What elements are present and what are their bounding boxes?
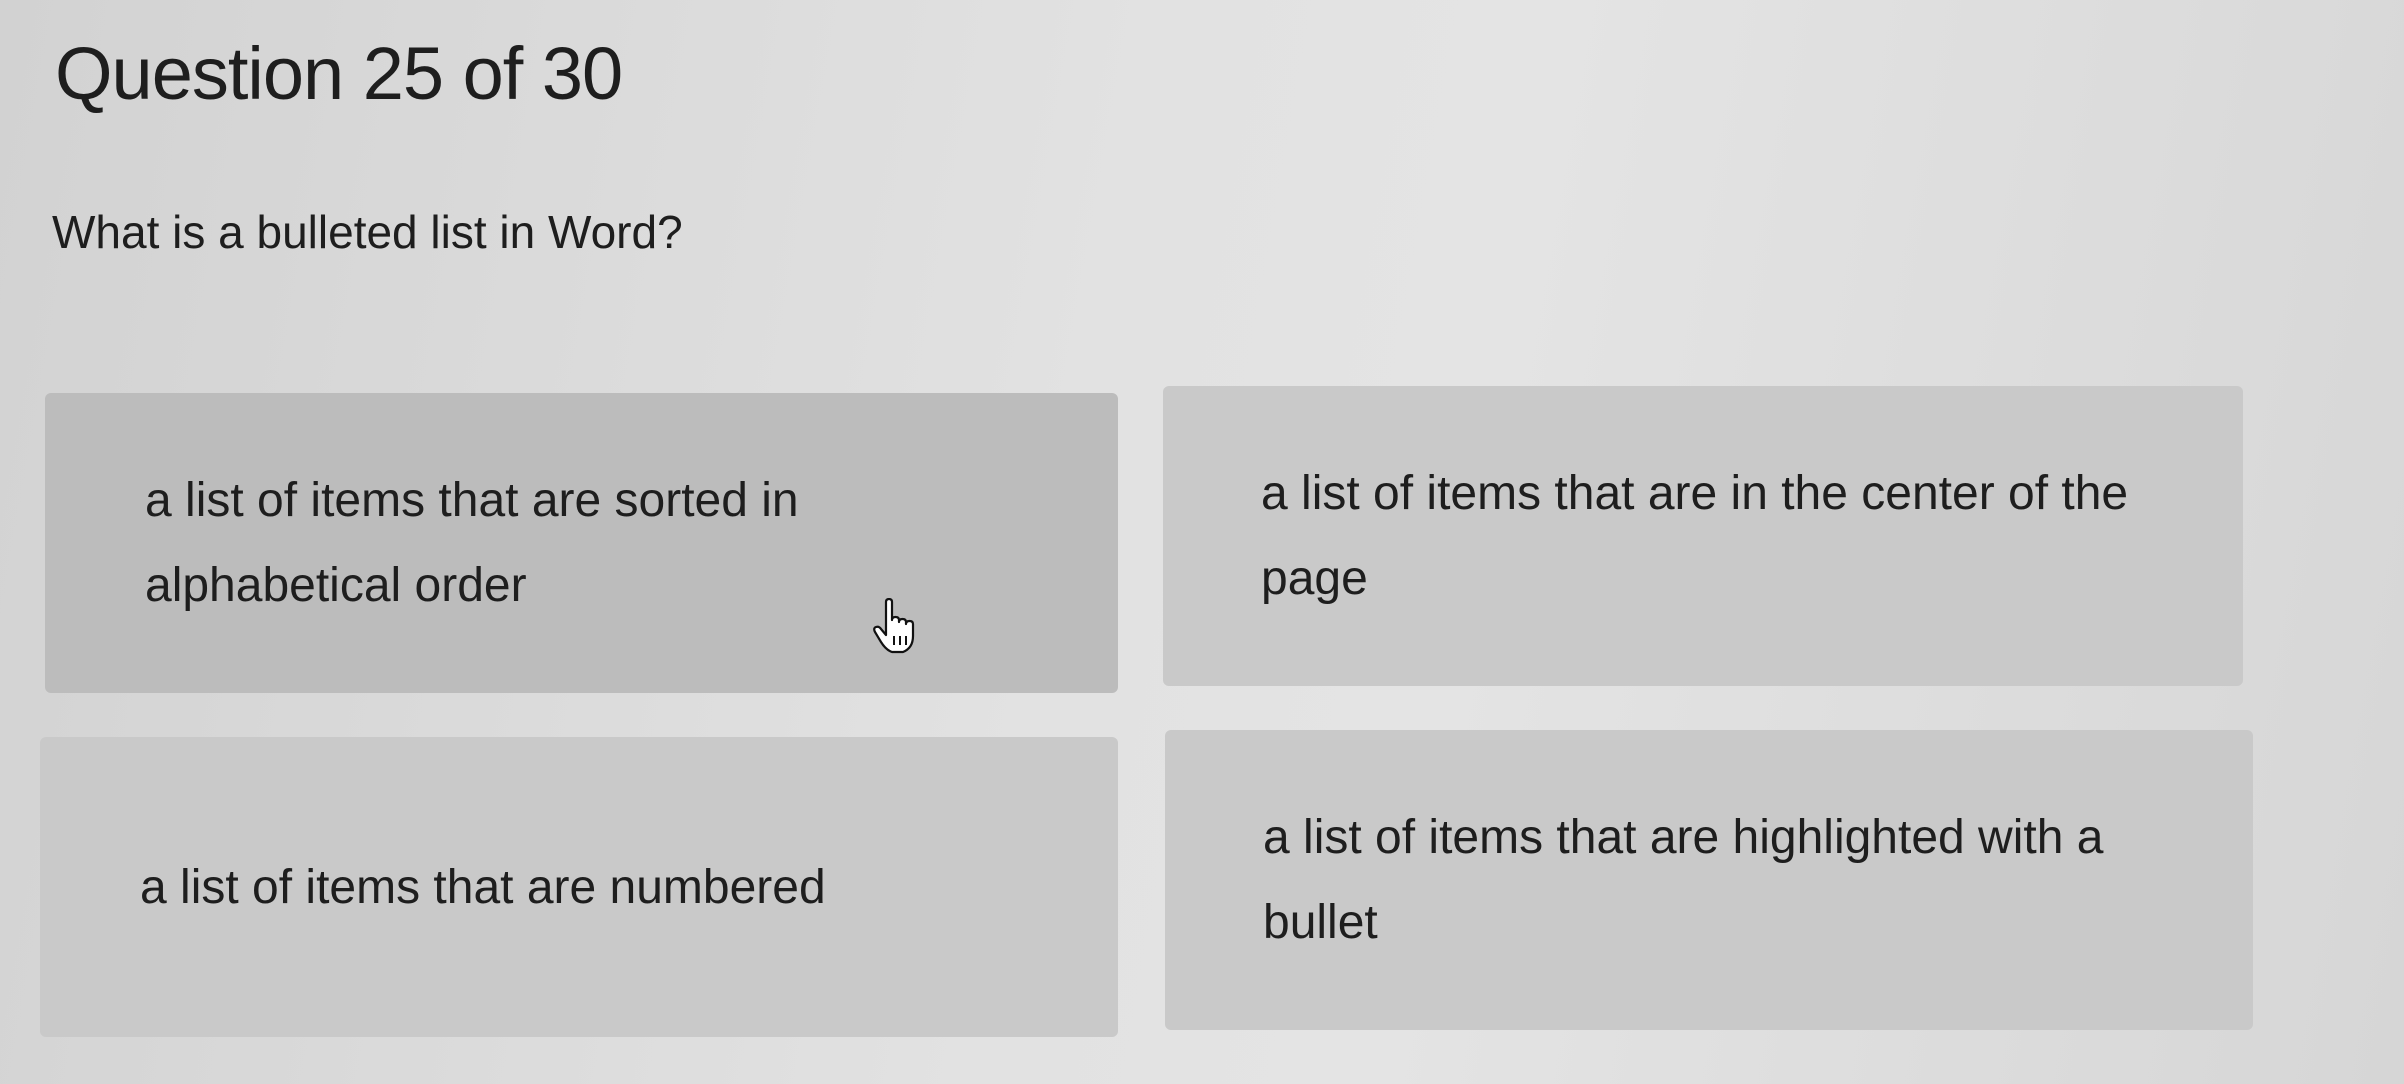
question-counter-heading: Question 25 of 30 [55, 32, 623, 115]
answer-option-3[interactable]: a list of items that are numbered [40, 737, 1118, 1037]
hand-pointer-icon [873, 598, 915, 654]
answer-option-label: a list of items that are highlighted wit… [1263, 811, 2104, 949]
quiz-page: Question 25 of 30 What is a bulleted lis… [0, 0, 2404, 1084]
answer-option-1[interactable]: a list of items that are sorted in alpha… [45, 393, 1118, 693]
answer-option-2[interactable]: a list of items that are in the center o… [1163, 386, 2243, 686]
answer-option-label: a list of items that are in the center o… [1261, 467, 2129, 605]
answer-option-label: a list of items that are numbered [140, 860, 826, 914]
answer-option-label: a list of items that are sorted in alpha… [145, 474, 799, 612]
answer-option-4[interactable]: a list of items that are highlighted wit… [1165, 730, 2253, 1030]
question-text: What is a bulleted list in Word? [52, 206, 683, 258]
